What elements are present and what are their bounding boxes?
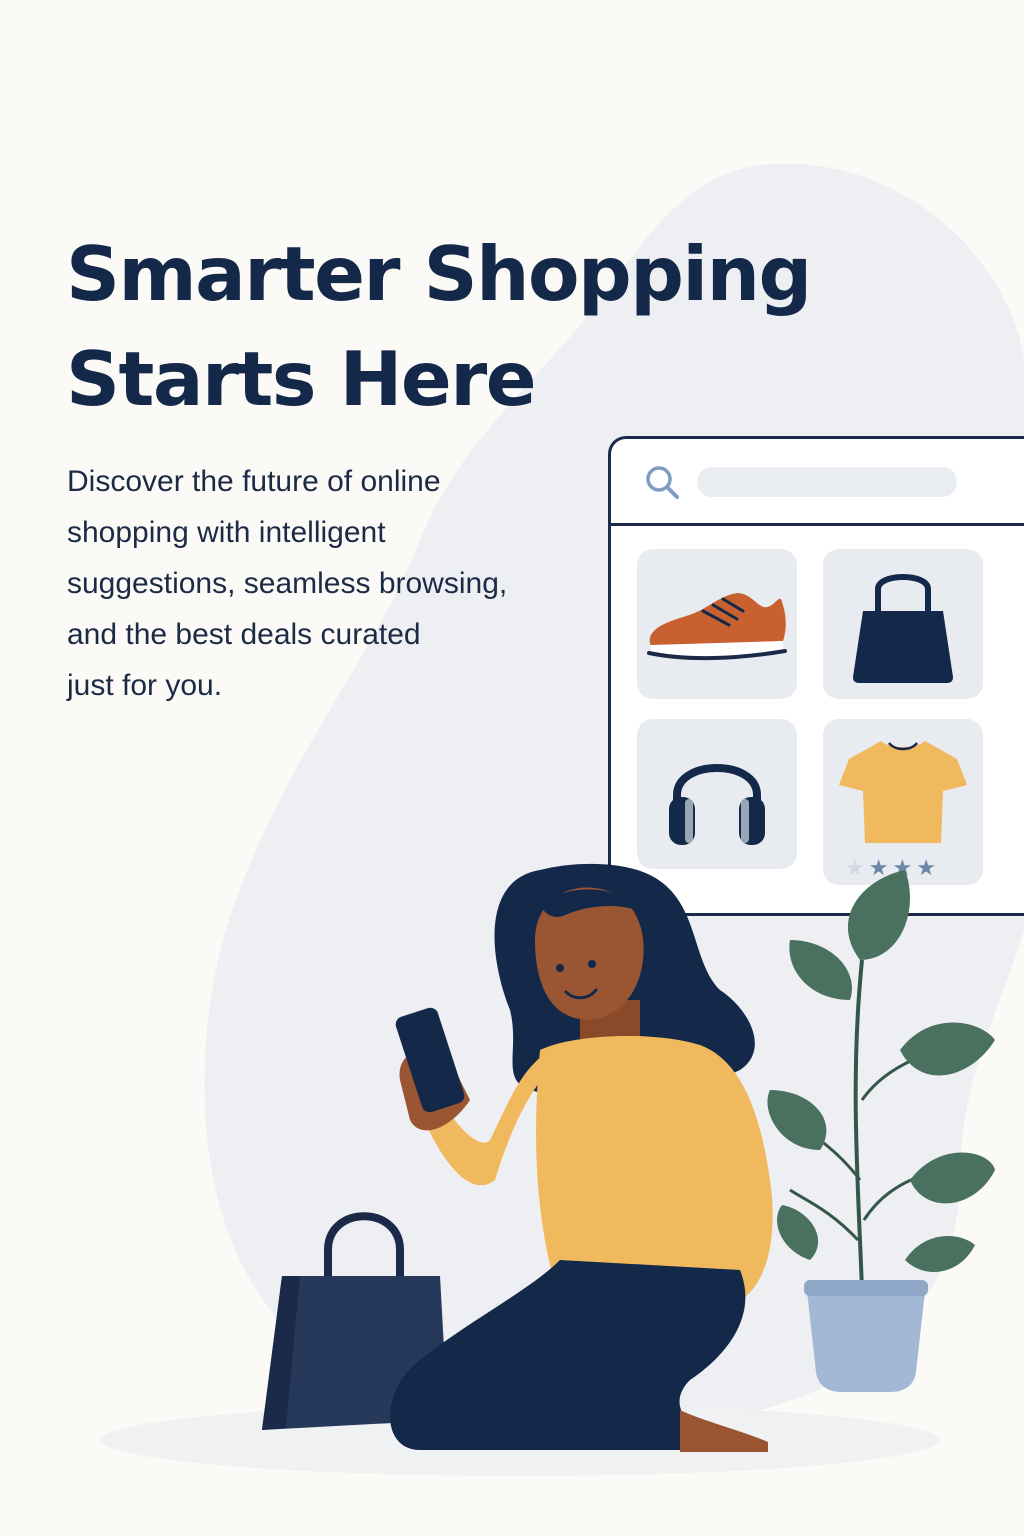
- browser-search-bar: [611, 439, 1024, 526]
- headline-line-1: Smarter Shopping: [66, 230, 812, 318]
- intro-line: suggestions, seamless browsing,: [67, 567, 508, 600]
- intro-line: shopping with intelligent: [67, 516, 386, 549]
- intro-paragraph: Discover the future of online shopping w…: [67, 456, 587, 711]
- headline-line-2: Starts Here: [66, 335, 537, 423]
- handbag-icon: [853, 574, 953, 683]
- headphones-icon: [669, 764, 765, 845]
- tshirt-icon: [839, 741, 967, 843]
- product-card-sneaker[interactable]: [637, 549, 797, 699]
- star-icon: ★: [916, 856, 940, 881]
- intro-line: and the best deals curated: [67, 618, 421, 651]
- star-icon: ★: [892, 856, 917, 881]
- intro-line: just for you.: [67, 669, 223, 702]
- search-icon[interactable]: [643, 463, 683, 503]
- star-icon: ★: [845, 856, 869, 881]
- page-title: Smarter Shopping Starts Here: [66, 222, 812, 432]
- shop-browser-mockup: ★★★★: [608, 436, 1024, 916]
- intro-line: Discover the future of online: [67, 465, 441, 498]
- search-input[interactable]: [697, 467, 957, 497]
- product-card-headphones[interactable]: [637, 719, 797, 869]
- page: Smarter Shopping Starts Here Discover th…: [0, 0, 1024, 1536]
- product-rating: ★★★★: [845, 856, 940, 881]
- product-card-tshirt[interactable]: ★★★★: [823, 719, 983, 885]
- star-icon: ★: [868, 856, 893, 881]
- product-card-handbag[interactable]: [823, 549, 983, 699]
- sneaker-icon: [647, 593, 787, 661]
